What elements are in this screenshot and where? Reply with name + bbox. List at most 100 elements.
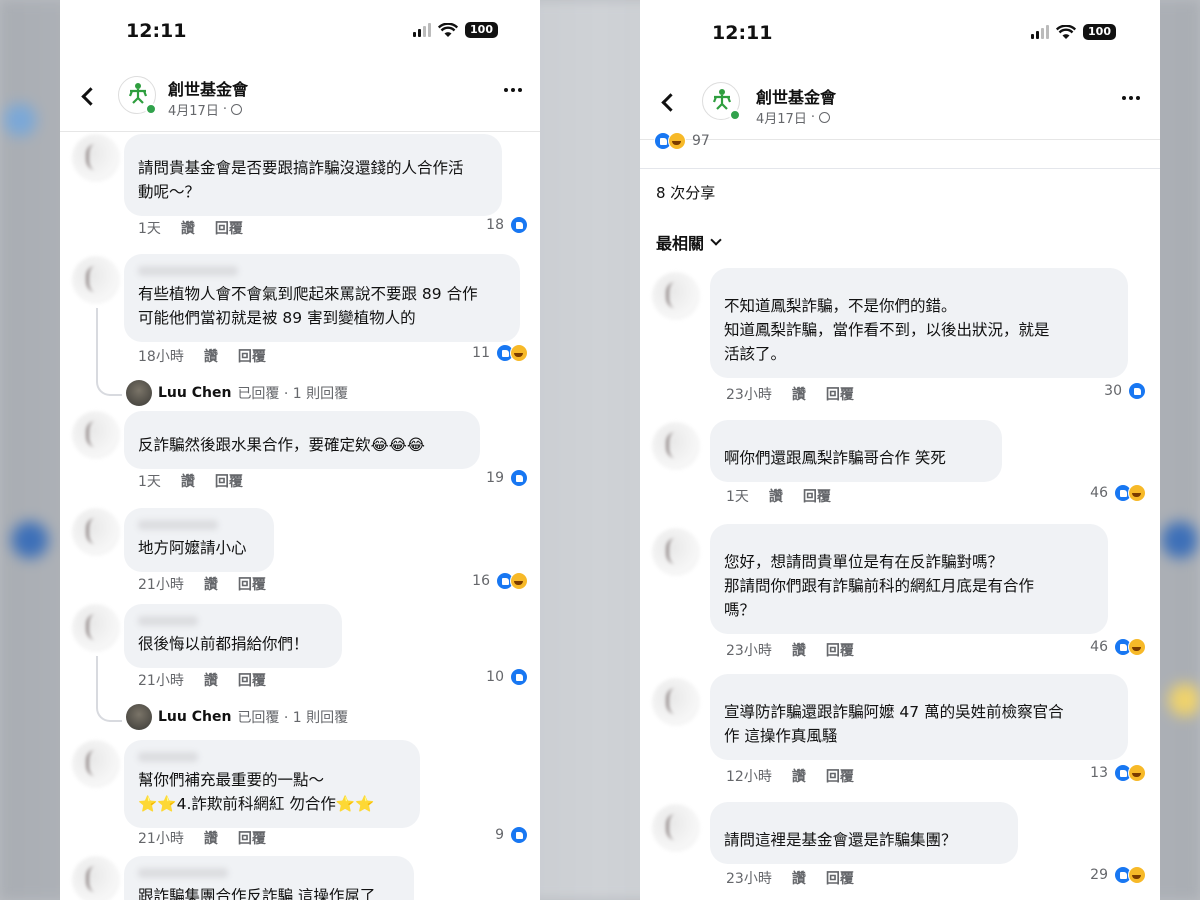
like-button[interactable]: 讚 xyxy=(792,766,806,786)
reaction-summary[interactable]: 46 xyxy=(1090,484,1146,502)
commenter-avatar[interactable] xyxy=(652,678,700,726)
reaction-summary[interactable]: 29 xyxy=(1090,866,1146,884)
like-button[interactable]: 讚 xyxy=(769,486,783,506)
share-count[interactable]: 8 次分享 xyxy=(656,182,715,203)
reaction-summary[interactable]: 13 xyxy=(1090,764,1146,782)
reaction-summary[interactable]: 11 xyxy=(472,344,528,362)
reaction-summary[interactable]: 18 xyxy=(486,216,528,234)
back-arrow-icon xyxy=(81,86,100,106)
post-reaction-summary[interactable]: 97 xyxy=(654,132,710,150)
haha-reaction-icon xyxy=(1128,764,1146,782)
reply-button[interactable]: 回覆 xyxy=(826,384,854,404)
reaction-summary[interactable]: 46 xyxy=(1090,638,1146,656)
commenter-name-redacted xyxy=(138,266,238,276)
like-button[interactable]: 讚 xyxy=(792,868,806,888)
reply-button[interactable]: 回覆 xyxy=(826,766,854,786)
commenter-avatar[interactable] xyxy=(652,528,700,576)
reply-button[interactable]: 回覆 xyxy=(826,640,854,660)
reaction-count: 16 xyxy=(472,573,490,589)
comment-time: 23小時 xyxy=(726,643,772,659)
screenshot-right: 12:11 100 創世基金會 4月17日 · 97 8 次分享 最相關 不知道… xyxy=(640,0,1160,900)
status-icons: 100 xyxy=(413,22,498,38)
comment-actions: 21小時 讚 回覆 xyxy=(138,574,266,594)
commenter-avatar[interactable] xyxy=(72,508,120,556)
like-button[interactable]: 讚 xyxy=(792,640,806,660)
commenter-avatar[interactable] xyxy=(72,856,120,900)
haha-reaction-icon xyxy=(1128,638,1146,656)
reply-button[interactable]: 回覆 xyxy=(826,868,854,888)
status-time: 12:11 xyxy=(126,20,187,42)
like-button[interactable]: 讚 xyxy=(181,218,195,238)
online-indicator xyxy=(145,103,157,115)
reply-button[interactable]: 回覆 xyxy=(238,670,266,690)
more-options-button[interactable] xyxy=(1122,96,1140,100)
haha-reaction-icon xyxy=(510,344,528,362)
like-button[interactable]: 讚 xyxy=(204,346,218,366)
wifi-icon xyxy=(1056,24,1077,39)
reply-button[interactable]: 回覆 xyxy=(238,828,266,848)
like-button[interactable]: 讚 xyxy=(792,384,806,404)
commenter-avatar[interactable] xyxy=(652,272,700,320)
globe-icon xyxy=(818,112,830,123)
haha-reaction-icon xyxy=(1128,484,1146,502)
reply-button[interactable]: 回覆 xyxy=(803,486,831,506)
comment-text-line: 活該了。 xyxy=(724,345,787,363)
reply-button[interactable]: 回覆 xyxy=(215,471,243,491)
commenter-avatar[interactable] xyxy=(72,256,120,304)
post-reaction-count: 97 xyxy=(692,133,710,149)
reaction-summary[interactable]: 10 xyxy=(486,668,528,686)
comment-bubble: 啊你們還跟鳳梨詐騙哥合作 笑死 xyxy=(710,420,1002,482)
post-header: 創世基金會 4月17日 · xyxy=(60,64,540,132)
comment-text-line: 啊你們還跟鳳梨詐騙哥合作 笑死 xyxy=(724,449,946,467)
haha-reaction-icon xyxy=(1128,866,1146,884)
like-reaction-icon xyxy=(510,469,528,487)
comment-bubble: 宣導防詐騙還跟詐騙阿嬤 47 萬的吳姓前檢察官合 作 這操作真風騷 xyxy=(710,674,1128,760)
page-avatar[interactable] xyxy=(702,82,741,121)
like-button[interactable]: 讚 xyxy=(204,574,218,594)
comment-text-line: 有些植物人會不會氣到爬起來罵說不要跟 89 合作 xyxy=(138,285,478,303)
reaction-summary[interactable]: 19 xyxy=(486,469,528,487)
comment-actions: 12小時 讚 回覆 xyxy=(726,766,854,786)
comment-sort-dropdown[interactable]: 最相關 xyxy=(656,230,722,254)
comment-text-line: 請問貴基金會是否要跟搞詐騙沒還錢的人合作活 xyxy=(138,159,464,177)
like-button[interactable]: 讚 xyxy=(204,670,218,690)
comment-time: 12小時 xyxy=(726,769,772,785)
back-button[interactable] xyxy=(658,84,688,120)
reply-status: 已回覆 · 1 則回覆 xyxy=(237,710,349,726)
comment-actions: 23小時 讚 回覆 xyxy=(726,868,854,888)
reaction-summary[interactable]: 30 xyxy=(1104,382,1146,400)
commenter-avatar[interactable] xyxy=(72,134,120,182)
reply-preview[interactable]: Luu Chen 已回覆 · 1 則回覆 xyxy=(126,380,348,406)
commenter-avatar[interactable] xyxy=(72,411,120,459)
comment-text-line: 跟詐騙集團合作反詐騙 這操作屌了 xyxy=(138,887,376,900)
comment-text-line: 您好，想請問貴單位是有在反詐騙對嗎？ xyxy=(724,553,1004,571)
reply-button[interactable]: 回覆 xyxy=(215,218,243,238)
comment-actions: 23小時 讚 回覆 xyxy=(726,384,854,404)
comment-time: 1天 xyxy=(138,221,161,237)
commenter-avatar[interactable] xyxy=(72,604,120,652)
comment-actions: 18小時 讚 回覆 xyxy=(138,346,266,366)
reaction-summary[interactable]: 16 xyxy=(472,572,528,590)
page-name[interactable]: 創世基金會 xyxy=(756,84,836,108)
like-button[interactable]: 讚 xyxy=(204,828,218,848)
comment-actions: 1天 讚 回覆 xyxy=(138,218,243,238)
comment-time: 21小時 xyxy=(138,831,184,847)
back-button[interactable] xyxy=(78,78,108,114)
reaction-summary[interactable]: 9 xyxy=(495,826,528,844)
comment-bubble: 跟詐騙集團合作反詐騙 這操作屌了 xyxy=(124,856,414,900)
commenter-avatar[interactable] xyxy=(652,422,700,470)
page-name[interactable]: 創世基金會 xyxy=(168,76,248,100)
reply-button[interactable]: 回覆 xyxy=(238,574,266,594)
more-options-button[interactable] xyxy=(504,88,522,92)
wifi-icon xyxy=(438,22,459,37)
reply-preview[interactable]: Luu Chen 已回覆 · 1 則回覆 xyxy=(126,704,348,730)
commenter-avatar[interactable] xyxy=(72,740,120,788)
page-avatar[interactable] xyxy=(118,76,157,115)
reply-button[interactable]: 回覆 xyxy=(238,346,266,366)
reaction-count: 46 xyxy=(1090,639,1108,655)
like-button[interactable]: 讚 xyxy=(181,471,195,491)
comment-actions: 23小時 讚 回覆 xyxy=(726,640,854,660)
comment-bubble: 不知道鳳梨詐騙，不是你們的錯。 知道鳳梨詐騙，當作看不到，以後出狀況，就是 活該… xyxy=(710,268,1128,378)
commenter-avatar[interactable] xyxy=(652,804,700,852)
comment-bubble: 幫你們補充最重要的一點～ ⭐⭐4.詐欺前科網紅 勿合作⭐⭐ xyxy=(124,740,420,828)
